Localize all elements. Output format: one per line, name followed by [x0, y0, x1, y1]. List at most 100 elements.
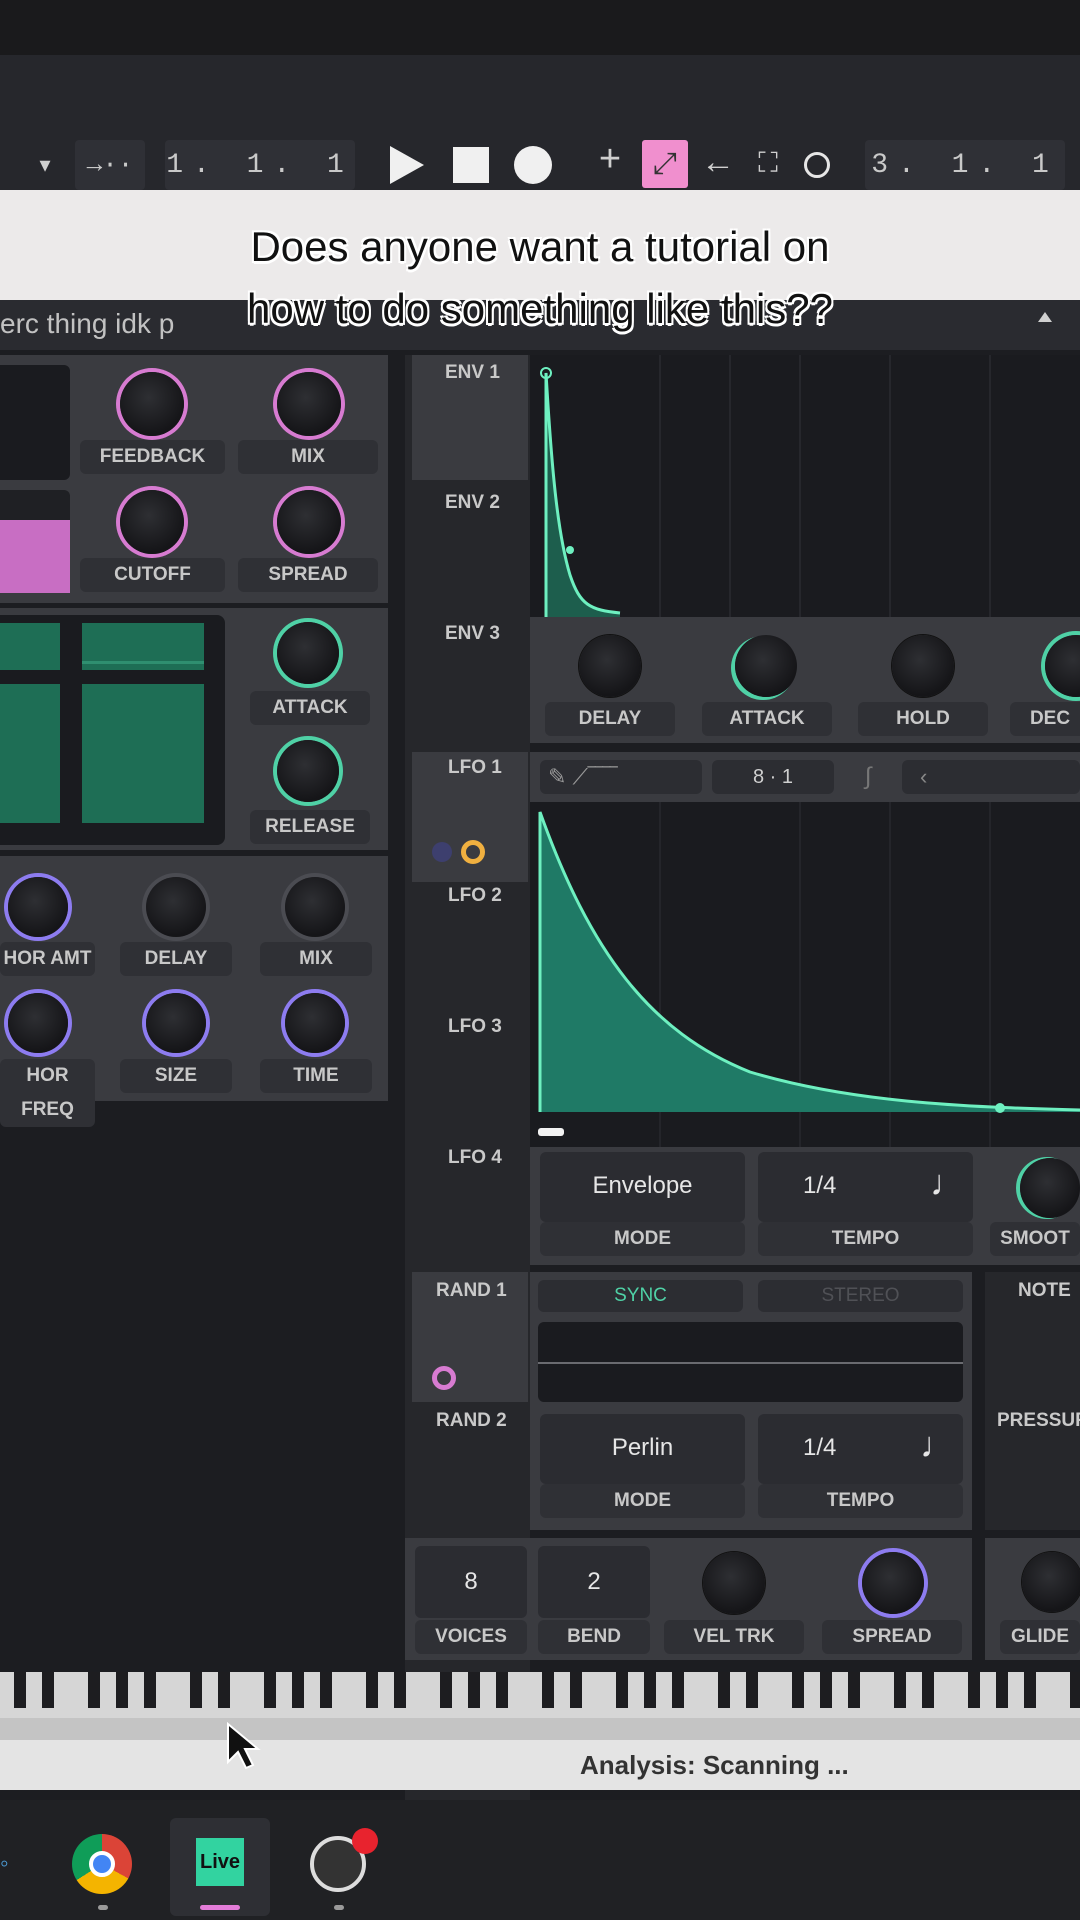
cutoff-label: CUTOFF [80, 558, 225, 592]
mouse-cursor-icon [227, 1722, 261, 1770]
cutoff-knob[interactable] [120, 490, 184, 554]
stereo-toggle[interactable]: STEREO [758, 1280, 963, 1312]
source-lfo1[interactable]: LFO 1 [448, 757, 502, 779]
rand-note-icon[interactable]: ♩ [920, 1424, 956, 1466]
env-attack-label: ATTACK [702, 702, 832, 736]
chrome-icon[interactable] [72, 1834, 132, 1894]
play-icon[interactable] [390, 146, 424, 184]
title-bar [0, 0, 1080, 55]
source-env3[interactable]: ENV 3 [445, 623, 500, 645]
live-icon[interactable]: Live [196, 1838, 244, 1886]
source-env2[interactable]: ENV 2 [445, 492, 500, 514]
comp-bar-left [0, 623, 60, 823]
random-graph[interactable] [538, 1322, 963, 1402]
velocity-tracking-knob[interactable] [703, 1552, 765, 1614]
analysis-status: Analysis: Scanning ... [580, 1750, 849, 1780]
feedback-knob[interactable] [120, 372, 184, 436]
mix-label: MIX [238, 440, 378, 474]
voice-spread-knob[interactable] [862, 1552, 924, 1614]
add-icon[interactable]: + [590, 138, 630, 181]
loop-icon[interactable] [804, 152, 830, 178]
source-lfo3[interactable]: LFO 3 [448, 1016, 502, 1038]
fullscreen-icon[interactable]: ⛶ [748, 147, 788, 180]
follow-icon[interactable]: →·· [75, 140, 145, 190]
voices-label: VOICES [415, 1620, 527, 1654]
glide-knob[interactable] [1022, 1552, 1080, 1612]
spread-label: SPREAD [238, 558, 378, 592]
status-bar: Analysis: Scanning ... [0, 1740, 1080, 1790]
attack-label: ATTACK [250, 691, 370, 725]
bend-label: BEND [538, 1620, 650, 1654]
lfo-mode-value[interactable]: Envelope [540, 1152, 745, 1222]
env-delay-knob[interactable] [579, 635, 641, 697]
chorus-amount-knob[interactable] [8, 877, 68, 937]
caption-line-1: Does anyone want a tutorial on [250, 223, 830, 270]
piano-keys-svg [0, 1672, 1080, 1740]
compressor-display [0, 615, 225, 845]
envelope-graph[interactable] [530, 355, 1080, 617]
spread-knob[interactable] [277, 490, 341, 554]
note-icon[interactable]: ♩ [930, 1162, 966, 1204]
rand-mode-label: MODE [540, 1484, 745, 1518]
lfo-smooth-icon[interactable]: ∫ [848, 760, 888, 794]
feedback-label: FEEDBACK [80, 440, 225, 474]
chorus-mix-knob[interactable] [285, 877, 345, 937]
position-display-2[interactable]: 3. 1. 1 [865, 140, 1065, 190]
env-attack-knob[interactable] [735, 635, 797, 697]
obs-notification-badge [352, 1828, 378, 1854]
lfo-shape-selector[interactable]: ✎ ⟋‾‾‾‾ [540, 760, 702, 794]
size-knob[interactable] [146, 993, 206, 1053]
back-arrow-icon[interactable]: ← [698, 143, 738, 182]
chorus-freq-label: HOR FREQ [0, 1059, 95, 1127]
source-pressure[interactable]: PRESSUR [997, 1410, 1080, 1432]
source-lfo2[interactable]: LFO 2 [448, 885, 502, 907]
chorus-freq-knob[interactable] [8, 993, 68, 1053]
taskbar [0, 1800, 1080, 1920]
random-line [538, 1362, 963, 1364]
comp-bar-right [82, 623, 204, 823]
size-label: SIZE [120, 1059, 232, 1093]
lfo-smooth-label: SMOOT [990, 1222, 1080, 1256]
source-note[interactable]: NOTE [1018, 1280, 1071, 1302]
record-icon[interactable] [514, 146, 552, 184]
taskbar-partial-icon[interactable]: ◦ [0, 1850, 9, 1878]
delay-label: DELAY [120, 942, 232, 976]
lfo-graph[interactable] [530, 802, 1080, 1147]
comp-divider [0, 670, 225, 684]
source-rand1[interactable]: RAND 1 [436, 1280, 507, 1302]
chorus-mix-label: MIX [260, 942, 372, 976]
rand-mod-dot[interactable] [432, 1366, 456, 1390]
voices-value[interactable]: 8 [415, 1546, 527, 1618]
lfo-preset-prev-icon[interactable]: ‹ [902, 760, 1080, 794]
bend-value[interactable]: 2 [538, 1546, 650, 1618]
draw-mode-icon[interactable]: ⤢ [642, 140, 688, 188]
lfo-mod-dot-purple[interactable] [432, 842, 452, 862]
source-rand2[interactable]: RAND 2 [436, 1410, 507, 1432]
release-label: RELEASE [250, 810, 370, 844]
obs-running-indicator [334, 1905, 344, 1910]
sync-toggle[interactable]: SYNC [538, 1280, 743, 1312]
mix-knob[interactable] [277, 372, 341, 436]
release-knob[interactable] [277, 740, 339, 802]
caption-line-2: how to do something like this?? [246, 285, 833, 332]
glide-label: GLIDE [1000, 1620, 1080, 1654]
delay-knob[interactable] [146, 877, 206, 937]
source-env1[interactable]: ENV 1 [445, 362, 500, 384]
rand-mode-value[interactable]: Perlin [540, 1414, 745, 1484]
env-hold-knob[interactable] [892, 635, 954, 697]
position-display[interactable]: 1. 1. 1 [165, 140, 355, 190]
lfo-grid-size[interactable]: 8 · 1 [712, 760, 834, 794]
env-decay-label: DEC [1010, 702, 1080, 736]
effect-display [0, 365, 70, 480]
lfo-mode-label: MODE [540, 1222, 745, 1256]
time-knob[interactable] [285, 993, 345, 1053]
attack-knob[interactable] [277, 622, 339, 684]
lfo-mod-dot-orange[interactable] [461, 840, 485, 864]
stop-icon[interactable] [453, 147, 489, 183]
source-lfo4[interactable]: LFO 4 [448, 1147, 502, 1169]
chrome-running-indicator [98, 1905, 108, 1910]
piano-keyboard[interactable] [0, 1672, 1080, 1740]
lfo-smooth-knob[interactable] [1020, 1158, 1080, 1218]
dropdown-arrow-icon[interactable]: ▾ [30, 152, 60, 178]
note-pressure-panel [985, 1272, 1080, 1530]
